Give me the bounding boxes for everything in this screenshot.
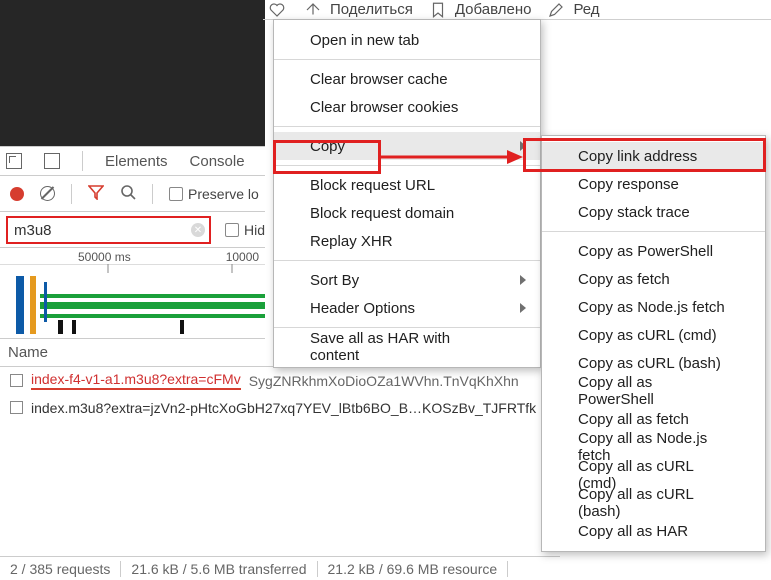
separator	[274, 260, 540, 261]
request-name: index.m3u8?extra=jzVn2-pHtcXoGbH27xq7YEV…	[31, 400, 536, 416]
menu-copy-link[interactable]: Copy link address	[542, 142, 765, 170]
request-list: index-f4-v1-a1.m3u8?extra=cFMv SygZNRkhmX…	[0, 367, 560, 421]
timeline-chart	[0, 264, 265, 338]
heart-button[interactable]	[266, 1, 288, 19]
menu-copy-all-curl-bash[interactable]: Copy all as cURL (bash)	[542, 489, 765, 517]
share-icon	[302, 1, 324, 19]
network-toolbar: Preserve lo	[0, 176, 265, 212]
separator	[274, 165, 540, 166]
search-icon[interactable]	[120, 184, 136, 203]
context-menu: Open in new tab Clear browser cache Clea…	[273, 19, 541, 368]
hide-checkbox[interactable]: Hid	[225, 222, 265, 238]
clear-icon[interactable]	[40, 186, 55, 201]
timeline-tick-1: 50000 ms	[78, 250, 131, 264]
filter-icon[interactable]	[88, 184, 104, 203]
menu-copy-stack[interactable]: Copy stack trace	[542, 198, 765, 226]
menu-replay-xhr[interactable]: Replay XHR	[274, 227, 540, 255]
clear-filter-icon[interactable]: ✕	[191, 223, 205, 237]
separator	[274, 126, 540, 127]
tab-elements[interactable]: Elements	[105, 153, 168, 170]
added-label: Добавлено	[455, 1, 532, 18]
menu-save-har[interactable]: Save all as HAR with content	[274, 333, 540, 361]
menu-copy-all-node[interactable]: Copy all as Node.js fetch	[542, 433, 765, 461]
status-transferred: 21.6 kB / 5.6 MB transferred	[121, 561, 317, 577]
menu-block-url[interactable]: Block request URL	[274, 171, 540, 199]
menu-header-options[interactable]: Header Options	[274, 294, 540, 322]
preserve-log-checkbox[interactable]: Preserve lo	[169, 186, 259, 202]
separator	[71, 184, 72, 204]
menu-copy-all-fetch[interactable]: Copy all as fetch	[542, 405, 765, 433]
pencil-icon	[545, 1, 567, 19]
devtools-tabbar: Elements Console	[0, 146, 265, 176]
request-row[interactable]: index-f4-v1-a1.m3u8?extra=cFMv SygZNRkhmX…	[0, 367, 560, 394]
device-toggle-icon[interactable]	[44, 153, 60, 169]
menu-copy-all-curl-cmd[interactable]: Copy all as cURL (cmd)	[542, 461, 765, 489]
request-row[interactable]: index.m3u8?extra=jzVn2-pHtcXoGbH27xq7YEV…	[0, 394, 560, 421]
network-timeline[interactable]: 50000 ms 10000	[0, 247, 265, 339]
separator	[274, 327, 540, 328]
edit-label: Ред	[573, 1, 599, 18]
edit-button[interactable]: Ред	[545, 1, 599, 19]
menu-copy-all-har[interactable]: Copy all as HAR	[542, 517, 765, 545]
page-dark-area	[0, 0, 265, 146]
menu-copy-all-powershell[interactable]: Copy all as PowerShell	[542, 377, 765, 405]
page-top-toolbar: Поделиться Добавлено Ред	[263, 0, 771, 20]
separator	[274, 59, 540, 60]
preserve-label: Preserve lo	[188, 186, 259, 202]
record-icon[interactable]	[10, 187, 24, 201]
request-name: index-f4-v1-a1.m3u8?extra=cFMv	[31, 371, 241, 390]
status-bar: 2 / 385 requests 21.6 kB / 5.6 MB transf…	[0, 556, 560, 580]
share-button[interactable]: Поделиться	[302, 1, 413, 19]
filter-input[interactable]	[8, 220, 209, 241]
heart-icon	[266, 1, 288, 19]
request-tail: SygZNRkhmXoDioOZa1WVhn.TnVqKhXhn	[249, 373, 519, 389]
status-requests: 2 / 385 requests	[0, 561, 121, 577]
menu-copy-as-fetch[interactable]: Copy as fetch	[542, 265, 765, 293]
menu-copy-response[interactable]: Copy response	[542, 170, 765, 198]
tab-console[interactable]: Console	[190, 153, 245, 170]
menu-copy-as-curl-cmd[interactable]: Copy as cURL (cmd)	[542, 321, 765, 349]
menu-open-new-tab[interactable]: Open in new tab	[274, 26, 540, 54]
timeline-tick-2: 10000	[226, 250, 259, 264]
hide-label: Hid	[244, 222, 265, 238]
separator	[542, 231, 765, 232]
inspect-icon[interactable]	[6, 153, 22, 169]
menu-copy-as-powershell[interactable]: Copy as PowerShell	[542, 237, 765, 265]
separator	[82, 151, 83, 171]
status-resource: 21.2 kB / 69.6 MB resource	[318, 561, 509, 577]
copy-submenu: Copy link address Copy response Copy sta…	[541, 135, 766, 552]
added-button[interactable]: Добавлено	[427, 1, 532, 19]
menu-copy-as-node[interactable]: Copy as Node.js fetch	[542, 293, 765, 321]
share-label: Поделиться	[330, 1, 413, 18]
menu-copy[interactable]: Copy	[274, 132, 540, 160]
separator	[152, 184, 153, 204]
file-icon	[10, 374, 23, 387]
menu-sort-by[interactable]: Sort By	[274, 266, 540, 294]
menu-copy-as-curl-bash[interactable]: Copy as cURL (bash)	[542, 349, 765, 377]
filter-row: ✕ Hid	[0, 213, 265, 247]
filter-input-wrap: ✕	[6, 216, 211, 244]
file-icon	[10, 401, 23, 414]
checkbox-icon	[169, 187, 183, 201]
menu-clear-cache[interactable]: Clear browser cache	[274, 65, 540, 93]
menu-clear-cookies[interactable]: Clear browser cookies	[274, 93, 540, 121]
checkbox-icon	[225, 223, 239, 237]
bookmark-check-icon	[427, 1, 449, 19]
menu-block-domain[interactable]: Block request domain	[274, 199, 540, 227]
